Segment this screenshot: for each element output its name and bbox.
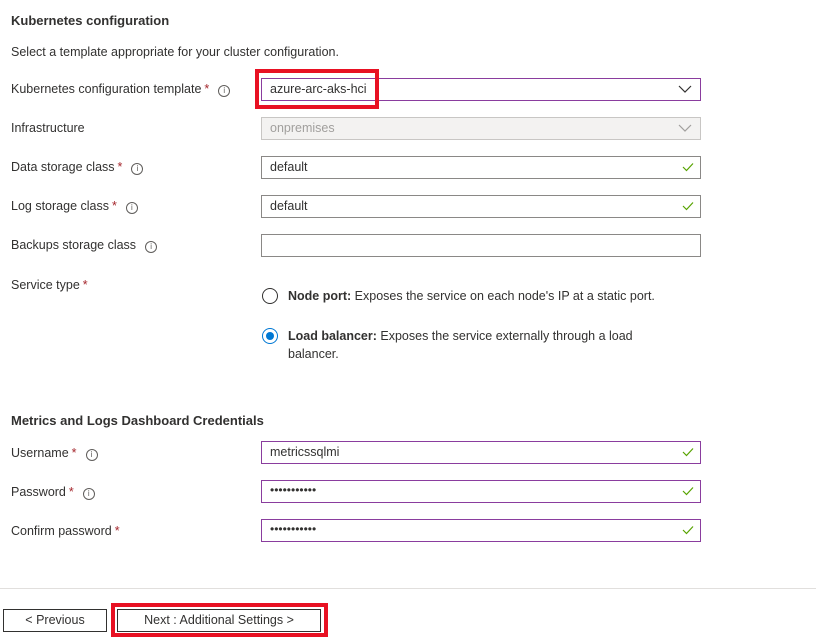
template-value: azure-arc-aks-hci [270,82,367,96]
chevron-down-icon [678,85,692,93]
log-storage-value: default [270,199,308,213]
password-input[interactable]: ••••••••••• [261,480,701,503]
label-service-type: Service type * [11,278,88,292]
checkmark-icon [682,202,694,211]
label-text: Kubernetes configuration template [11,82,202,96]
label-text: Data storage class [11,160,115,174]
previous-button[interactable]: < Previous [3,609,107,632]
username-input[interactable]: metricssqlmi [261,441,701,464]
label-template: Kubernetes configuration template * i [11,82,231,97]
log-storage-input[interactable]: default [261,195,701,218]
section-title-kubernetes: Kubernetes configuration [11,13,170,28]
label-text: Infrastructure [11,121,85,135]
password-value: ••••••••••• [270,483,317,497]
required-asterisk: * [82,278,88,292]
label-text: Password [11,485,66,499]
template-dropdown[interactable]: azure-arc-aks-hci [261,78,701,101]
confirm-password-value: ••••••••••• [270,522,317,536]
next-additional-settings-button[interactable]: Next : Additional Settings > [117,609,321,632]
info-icon[interactable]: i [218,85,231,97]
username-value: metricssqlmi [270,445,340,459]
radio-label-node-port[interactable]: Node port: Exposes the service on each n… [288,287,708,305]
label-data-storage: Data storage class * i [11,160,144,175]
info-icon[interactable]: i [145,241,158,253]
label-username: Username * i [11,446,98,461]
footer-divider [0,588,816,589]
label-text: Log storage class [11,199,109,213]
info-icon[interactable]: i [125,202,138,214]
label-text: Confirm password [11,524,112,538]
chevron-down-icon [678,124,692,132]
label-backups-storage: Backups storage class i [11,238,158,253]
label-confirm-password: Confirm password * [11,524,120,538]
radio-load-balancer[interactable] [262,328,278,344]
label-password: Password * i [11,485,95,500]
label-text: Backups storage class [11,238,137,252]
infrastructure-value: onpremises [270,121,335,135]
option-title: Node port: [288,289,352,303]
checkmark-icon [682,487,694,496]
checkmark-icon [682,526,694,535]
label-infrastructure: Infrastructure [11,121,85,135]
info-icon[interactable]: i [82,488,95,500]
info-icon[interactable]: i [85,449,98,461]
data-storage-input[interactable]: default [261,156,701,179]
label-log-storage: Log storage class * i [11,199,138,214]
required-asterisk: * [117,160,123,174]
confirm-password-input[interactable]: ••••••••••• [261,519,701,542]
label-text: Service type [11,278,80,292]
checkmark-icon [682,448,694,457]
section-description: Select a template appropriate for your c… [11,45,339,59]
required-asterisk: * [111,199,117,213]
required-asterisk: * [114,524,120,538]
data-storage-value: default [270,160,308,174]
radio-node-port[interactable] [262,288,278,304]
backups-storage-input[interactable] [261,234,701,257]
infrastructure-dropdown: onpremises [261,117,701,140]
label-text: Username [11,446,69,460]
radio-label-load-balancer[interactable]: Load balancer: Exposes the service exter… [288,327,658,363]
required-asterisk: * [204,82,210,96]
info-icon[interactable]: i [131,163,144,175]
option-title: Load balancer: [288,329,377,343]
option-text: Exposes the service on each node's IP at… [351,289,655,303]
required-asterisk: * [71,446,77,460]
section-title-credentials: Metrics and Logs Dashboard Credentials [11,413,264,428]
checkmark-icon [682,163,694,172]
required-asterisk: * [68,485,74,499]
